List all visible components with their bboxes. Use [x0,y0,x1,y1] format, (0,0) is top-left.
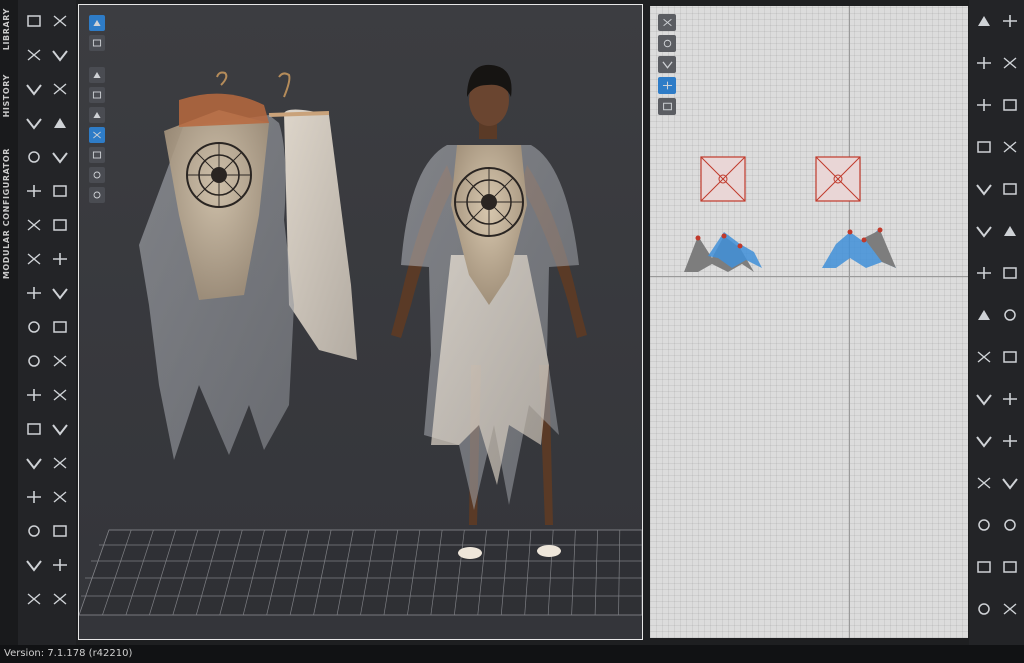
shirt-display-icon[interactable] [89,67,105,83]
tab-history[interactable]: HISTORY [2,74,11,117]
pattern-piece-left[interactable] [684,232,762,272]
arrow-down-icon[interactable] [24,12,44,30]
knife-icon[interactable] [24,590,44,608]
strap-icon[interactable] [50,318,70,336]
garment-view-icon[interactable] [89,35,105,51]
shape-icon[interactable] [50,352,70,370]
tab-modular-configurator[interactable]: MODULAR CONFIGURATOR [2,148,11,279]
iron-icon[interactable] [24,556,44,574]
dart-icon[interactable] [1000,138,1020,156]
pattern-icon[interactable] [50,250,70,268]
right-toolbar [969,0,1024,645]
equal-icon[interactable] [1000,432,1020,450]
zigzag-icon[interactable] [1000,474,1020,492]
walk-icon[interactable] [50,12,70,30]
hand-icon[interactable] [50,488,70,506]
pattern-piece-right[interactable] [822,227,896,269]
segment-sew-icon[interactable] [974,474,994,492]
pins-icon[interactable] [50,182,70,200]
viewport-3d[interactable] [78,4,643,640]
sewing-icon[interactable] [24,318,44,336]
avatar-display-icon[interactable] [89,87,105,103]
grid-icon[interactable] [974,558,994,576]
floor-grid [79,529,642,616]
transform-icon[interactable] [24,80,44,98]
rect-icon[interactable] [974,96,994,114]
tack-icon[interactable] [50,114,70,132]
skin-icon[interactable] [89,167,105,183]
glove-icon[interactable] [50,386,70,404]
seam-icon[interactable] [1000,264,1020,282]
fabric-grain-icon[interactable] [974,600,994,618]
avatar-pose-icon[interactable] [1000,600,1020,618]
pin-marker-right[interactable] [815,156,861,202]
hanger-icon[interactable] [24,216,44,234]
hat-icon[interactable] [24,352,44,370]
shoe-icon[interactable] [24,522,44,540]
zipper-icon[interactable] [50,284,70,302]
belt-icon[interactable] [50,454,70,472]
smooth-icon[interactable] [1000,390,1020,408]
shirt-icon[interactable] [24,114,44,132]
puckering-icon[interactable] [1000,558,1020,576]
side-tabs: LIBRARY HISTORY MODULAR CONFIGURATOR [0,0,18,645]
internal-line-icon[interactable] [974,138,994,156]
fold-arrange-icon[interactable] [974,390,994,408]
sleeve-icon[interactable] [24,454,44,472]
status-bar: Version: 7.1.178 (r42210) [0,645,1024,663]
segment-icon[interactable] [1000,54,1020,72]
sewing-machine-icon[interactable] [24,148,44,166]
select-triangle-icon[interactable] [974,12,994,30]
move-ring-icon[interactable] [50,46,70,64]
puzzle-icon[interactable] [24,284,44,302]
notch-icon[interactable] [974,264,994,282]
needle-icon[interactable] [50,590,70,608]
fabric-icon[interactable] [24,250,44,268]
rect-curve-icon[interactable] [1000,96,1020,114]
text-icon[interactable] [974,516,994,534]
grade-icon[interactable] [974,348,994,366]
buttonhole-icon[interactable] [1000,348,1020,366]
viewport-3d-scene [79,5,642,639]
button-icon[interactable] [50,216,70,234]
circle-icon[interactable] [974,180,994,198]
trace-icon[interactable] [974,306,994,324]
undo-icon[interactable] [1000,12,1020,30]
pattern-pieces [684,156,896,272]
brush-icon[interactable] [50,148,70,166]
tshirt-icon[interactable] [24,386,44,404]
sock-icon[interactable] [50,522,70,540]
graphic-icon[interactable] [50,556,70,574]
square-dots-icon[interactable] [1000,180,1020,198]
globe-icon[interactable] [89,187,105,203]
person-icon[interactable] [89,107,105,123]
line-icon[interactable] [974,54,994,72]
pocket-icon[interactable] [50,420,70,438]
curve-icon[interactable] [1000,222,1020,240]
fold-icon[interactable] [50,80,70,98]
avatar-measure-icon[interactable] [24,182,44,200]
piping-icon[interactable] [1000,306,1020,324]
text-size-icon[interactable] [1000,516,1020,534]
fabric-texture-icon[interactable] [89,127,105,143]
thickness-icon[interactable] [89,147,105,163]
pin-marker-left[interactable] [700,156,746,202]
length-icon[interactable] [974,432,994,450]
viewport-2d[interactable] [650,6,968,638]
cube-view-icon[interactable] [89,15,105,31]
tab-library[interactable]: LIBRARY [2,8,11,50]
ruler-icon[interactable] [24,420,44,438]
bound-icon[interactable] [974,222,994,240]
version-label: Version: 7.1.178 (r42210) [4,648,133,659]
left-toolbar [18,0,76,645]
move-icon[interactable] [24,46,44,64]
arm-icon[interactable] [24,488,44,506]
